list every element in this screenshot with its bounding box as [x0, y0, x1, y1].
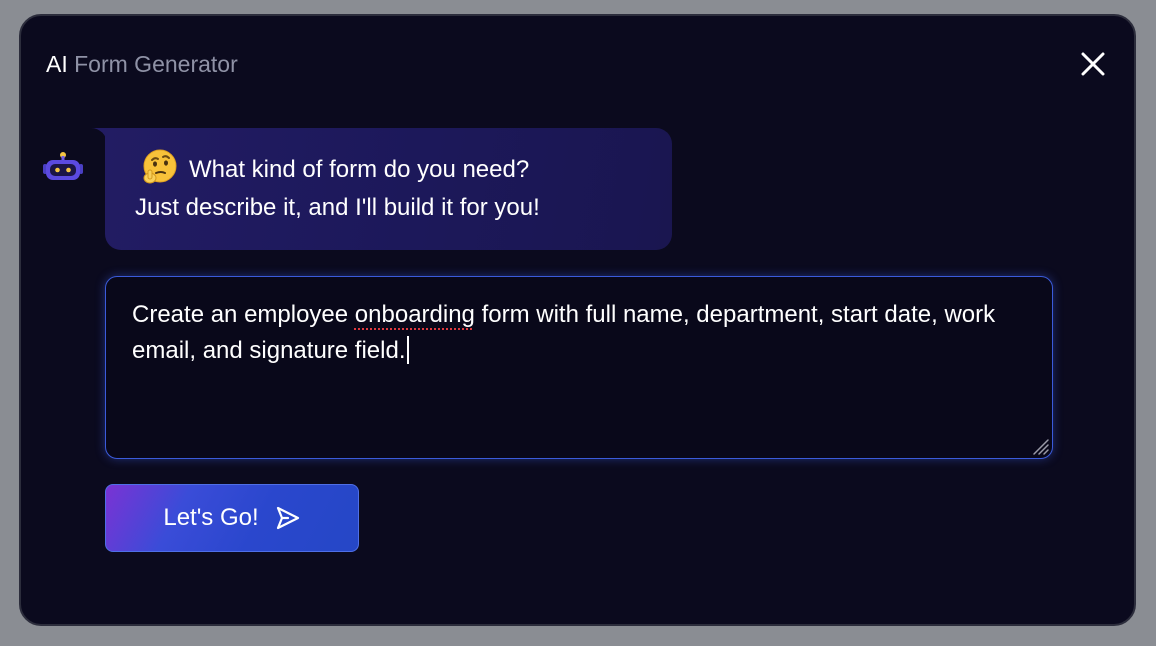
- thinking-face-emoji-icon: [141, 148, 179, 186]
- lets-go-label: Let's Go!: [163, 504, 259, 531]
- prompt-textarea[interactable]: Create an employee onboarding form with …: [105, 276, 1053, 459]
- ai-form-generator-dialog: AI Form Generator What kind of form do y…: [19, 14, 1136, 626]
- dialog-title: AI Form Generator: [46, 50, 238, 78]
- assistant-message-line-1: What kind of form do you need?: [139, 148, 652, 189]
- send-icon: [276, 506, 299, 530]
- assistant-message-text-1: What kind of form do you need?: [189, 156, 530, 183]
- assistant-message-bubble: What kind of form do you need? Just desc…: [105, 128, 672, 250]
- close-button[interactable]: [1078, 49, 1108, 79]
- close-icon: [1081, 52, 1105, 76]
- prompt-text-part-1: Create an employee: [132, 301, 355, 328]
- resize-handle-icon[interactable]: [1028, 434, 1050, 456]
- robot-icon: [43, 152, 83, 180]
- assistant-message-line-2: Just describe it, and I'll build it for …: [135, 194, 540, 221]
- prompt-misspelled-word: onboarding: [354, 301, 475, 328]
- dialog-title-rest: Form Generator: [74, 51, 238, 77]
- lets-go-button[interactable]: Let's Go!: [105, 484, 359, 552]
- text-caret: [406, 336, 409, 364]
- dialog-title-prefix: AI: [46, 51, 68, 77]
